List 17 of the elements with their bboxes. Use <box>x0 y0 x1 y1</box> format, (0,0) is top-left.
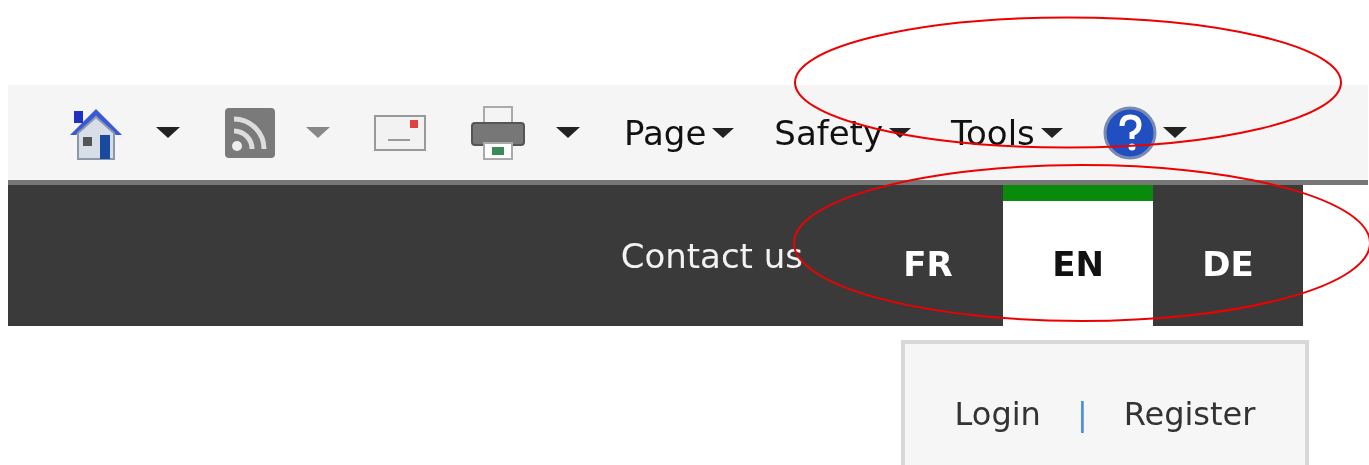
register-link[interactable]: Register <box>1123 395 1256 433</box>
separator-text: | <box>1076 395 1088 433</box>
caret-icon[interactable] <box>556 127 580 138</box>
toolbar-menu[interactable]: Tools <box>951 112 1063 153</box>
language-tab[interactable]: DE <box>1153 185 1303 326</box>
login-link[interactable]: Login <box>954 395 1041 433</box>
language-tab[interactable]: FR <box>853 185 1003 326</box>
mail-icon[interactable] <box>374 114 426 151</box>
caret-icon[interactable] <box>1162 127 1187 138</box>
feed-icon[interactable] <box>224 106 276 159</box>
contact-link[interactable]: Contact us <box>620 235 803 276</box>
toolbar-menu[interactable]: Safety <box>774 112 912 153</box>
help-icon[interactable] <box>1102 105 1157 160</box>
printer-icon[interactable] <box>470 104 526 161</box>
caret-icon[interactable] <box>156 127 180 138</box>
language-tab[interactable]: EN <box>1003 185 1153 326</box>
toolbar-menu[interactable]: Page <box>624 112 735 153</box>
